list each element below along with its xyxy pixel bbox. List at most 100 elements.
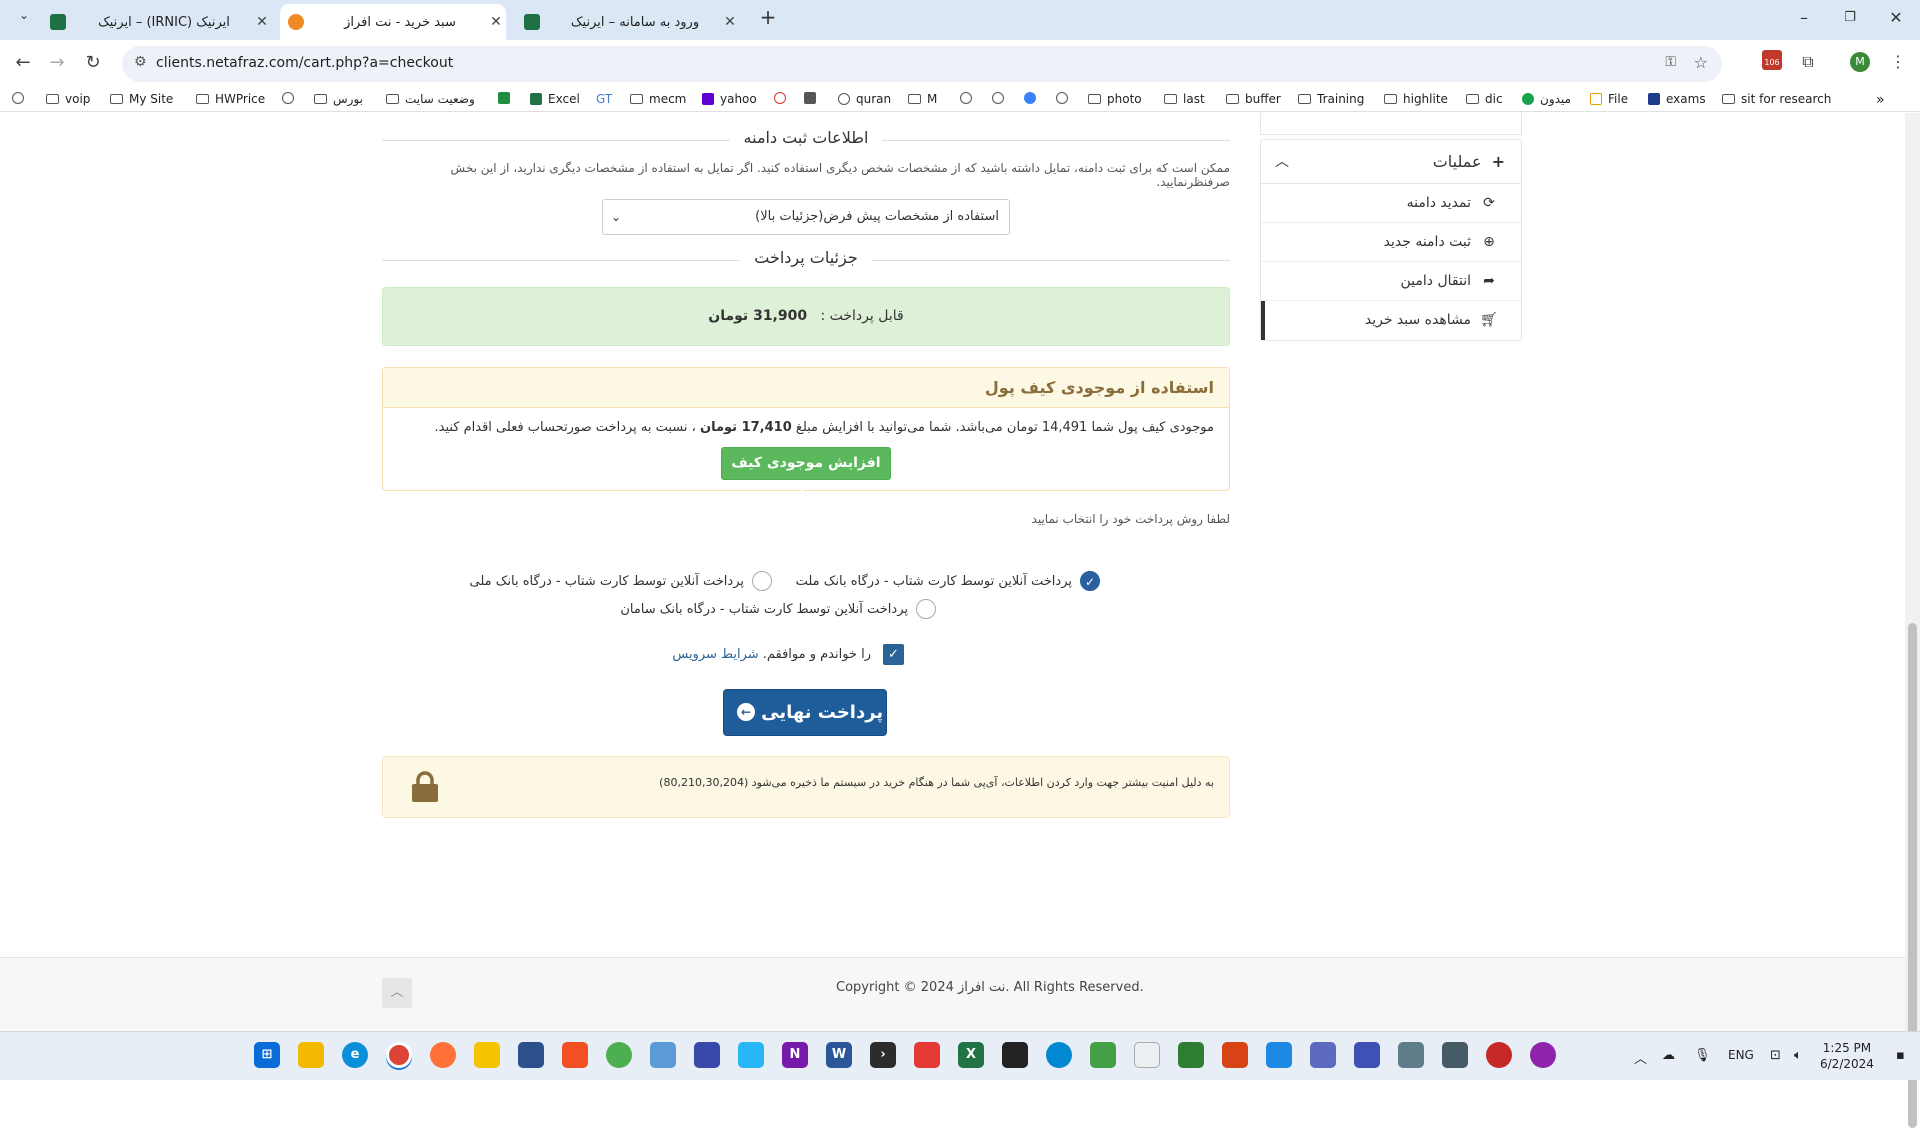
payment-method-melli[interactable]: پرداخت آنلاین توسط کارت شتاب - درگاه بان… (470, 571, 772, 591)
app-icon[interactable] (518, 1042, 544, 1068)
tray-overflow-chevron-up-icon[interactable]: ︿ (1634, 1048, 1647, 1067)
calculator-icon[interactable] (1442, 1042, 1468, 1068)
app-icon[interactable] (1178, 1042, 1204, 1068)
checkbox-checked-icon[interactable]: ✓ (883, 644, 904, 665)
add-wallet-funds-button[interactable]: افزایش موجودی کیف پول (721, 447, 891, 502)
system-clock[interactable]: 1:25 PM 6/2/2024 (1820, 1040, 1874, 1072)
tab-cart[interactable]: سبد خرید - نت افراز ✕ (280, 4, 506, 40)
app-icon[interactable] (562, 1042, 588, 1068)
domain-contact-select[interactable]: استفاده از مشخصات پیش فرض(جزئیات بالا) ⌄ (602, 199, 1010, 235)
bookmarks-overflow-icon[interactable]: » (1876, 92, 1885, 108)
notification-icon[interactable]: ▪ (1896, 1048, 1905, 1063)
bookmark-voip[interactable]: voip (46, 92, 90, 106)
actions-panel-header[interactable]: + عملیات ︿ (1261, 140, 1521, 184)
bookmark-excel[interactable]: Excel (530, 92, 580, 106)
notepad-icon[interactable] (1134, 1042, 1160, 1068)
app-icon[interactable] (694, 1042, 720, 1068)
window-close-icon[interactable]: ✕ (1876, 8, 1916, 27)
bookmark-app-icon[interactable] (774, 92, 792, 104)
app-icon[interactable] (1354, 1042, 1380, 1068)
player-icon[interactable] (474, 1042, 500, 1068)
address-bar[interactable]: ⚙ clients.netafraz.com/cart.php?a=checko… (122, 46, 1722, 82)
bookmark-globe-icon[interactable] (1056, 92, 1074, 104)
file-explorer-icon[interactable] (298, 1042, 324, 1068)
sidebar-item-renew-domain[interactable]: ⟳ تمدید دامنه (1261, 184, 1521, 223)
app-icon[interactable] (1530, 1042, 1556, 1068)
back-to-top-chevron-up-icon[interactable]: ︿ (382, 978, 412, 1008)
sidebar-item-register-domain[interactable]: ⊕ ثبت دامنه جدید (1261, 223, 1521, 262)
edge-icon[interactable]: e (342, 1042, 368, 1068)
language-indicator[interactable]: ENG (1728, 1048, 1754, 1062)
bookmark-star-icon[interactable]: ☆ (1694, 53, 1708, 72)
bookmark-app-icon[interactable] (992, 92, 1010, 104)
word-icon[interactable]: W (826, 1042, 852, 1068)
terminal-icon[interactable]: › (870, 1042, 896, 1068)
app-icon[interactable] (738, 1042, 764, 1068)
bookmark-globe-icon[interactable] (960, 92, 978, 104)
calendar-extension-icon[interactable]: 106 (1760, 50, 1784, 70)
app-icon[interactable] (914, 1042, 940, 1068)
radio-unchecked-icon[interactable] (752, 571, 772, 591)
profile-avatar[interactable]: M (1848, 50, 1872, 72)
tab-irnic[interactable]: ایرنیک – (IRNIC) ایرنیک ✕ (44, 4, 272, 40)
payment-method-mellat[interactable]: ✓ پرداخت آنلاین توسط کارت شتاب - درگاه ب… (796, 571, 1100, 591)
app-icon[interactable] (1398, 1042, 1424, 1068)
bookmark-hwprice[interactable]: HWPrice (196, 92, 265, 106)
tab-irnic-login[interactable]: ورود به سامانه – ایرنیک ✕ (520, 4, 740, 40)
bookmark-gt[interactable]: GT (596, 92, 612, 106)
bookmark-last[interactable]: last (1164, 92, 1205, 106)
bookmark-mecm[interactable]: mecm (630, 92, 686, 106)
chrome-icon[interactable] (386, 1042, 412, 1068)
bookmark-sit-for-research[interactable]: sit for research (1722, 92, 1831, 106)
bookmark-quran[interactable]: quran (838, 92, 891, 106)
microphone-icon[interactable]: 🎙︎ (1694, 1048, 1711, 1063)
back-icon[interactable]: ← (10, 52, 36, 73)
app-icon[interactable] (1046, 1042, 1072, 1068)
sidebar-item-transfer-domain[interactable]: ➦ انتقال دامین (1261, 262, 1521, 301)
bookmark-bourse[interactable]: بورس (314, 92, 363, 106)
forward-icon[interactable]: → (44, 52, 70, 73)
bookmark-dic[interactable]: dic (1466, 92, 1503, 106)
restore-icon[interactable]: ❐ (1830, 10, 1870, 25)
start-windows-icon[interactable]: ⊞ (254, 1042, 280, 1068)
close-tab-icon[interactable]: ✕ (252, 14, 272, 30)
app-icon[interactable] (1310, 1042, 1336, 1068)
terms-of-service-agreement[interactable]: ✓ را خواندم و موافقم. شرایط سرویس (672, 644, 904, 665)
chevron-up-icon[interactable]: ︿ (1275, 140, 1289, 184)
onenote-icon[interactable]: N (782, 1042, 808, 1068)
app-icon[interactable] (650, 1042, 676, 1068)
bookmark-photo[interactable]: photo (1088, 92, 1142, 106)
onedrive-cloud-icon[interactable]: ☁ (1662, 1048, 1675, 1063)
app-icon[interactable] (1266, 1042, 1292, 1068)
sidebar-item-view-cart[interactable]: 🛒︎ مشاهده سبد خرید (1261, 301, 1521, 340)
payment-method-saman[interactable]: پرداخت آنلاین توسط کارت شتاب - درگاه بان… (620, 599, 936, 619)
new-tab-icon[interactable]: + (748, 5, 788, 29)
bookmark-sheets-icon[interactable] (498, 92, 516, 104)
excel-icon[interactable]: X (958, 1042, 984, 1068)
password-key-icon[interactable]: ⚿ (1665, 54, 1676, 70)
radio-checked-icon[interactable]: ✓ (1080, 571, 1100, 591)
bookmark-globe-icon[interactable] (12, 92, 30, 104)
page-scrollbar[interactable] (1905, 113, 1920, 1128)
tos-link[interactable]: شرایط سرویس (672, 647, 758, 662)
bookmark-buffer[interactable]: buffer (1226, 92, 1281, 106)
bookmark-m[interactable]: M (908, 92, 937, 106)
minimize-icon[interactable]: – (1784, 8, 1824, 27)
app-icon[interactable] (1002, 1042, 1028, 1068)
bookmark-meydoon[interactable]: میدون (1522, 92, 1571, 106)
complete-order-button[interactable]: پرداخت نهایی ← (723, 689, 887, 736)
radio-unchecked-icon[interactable] (916, 599, 936, 619)
extensions-puzzle-icon[interactable]: ⧉ (1796, 52, 1820, 72)
reload-icon[interactable]: ↻ (80, 52, 106, 73)
bookmark-my-site[interactable]: My Site (110, 92, 173, 106)
close-tab-icon[interactable]: ✕ (720, 14, 740, 30)
firefox-icon[interactable] (430, 1042, 456, 1068)
app-icon[interactable] (1486, 1042, 1512, 1068)
network-icon[interactable]: ⊡ (1770, 1048, 1781, 1063)
bookmark-yahoo[interactable]: yahoo (702, 92, 757, 106)
url-text[interactable]: clients.netafraz.com/cart.php?a=checkout (156, 55, 453, 71)
app-icon[interactable] (1090, 1042, 1116, 1068)
bookmark-training[interactable]: Training (1298, 92, 1364, 106)
tab-search-chevron-icon[interactable]: ⌄ (4, 8, 44, 22)
bookmark-file[interactable]: File (1590, 92, 1628, 106)
